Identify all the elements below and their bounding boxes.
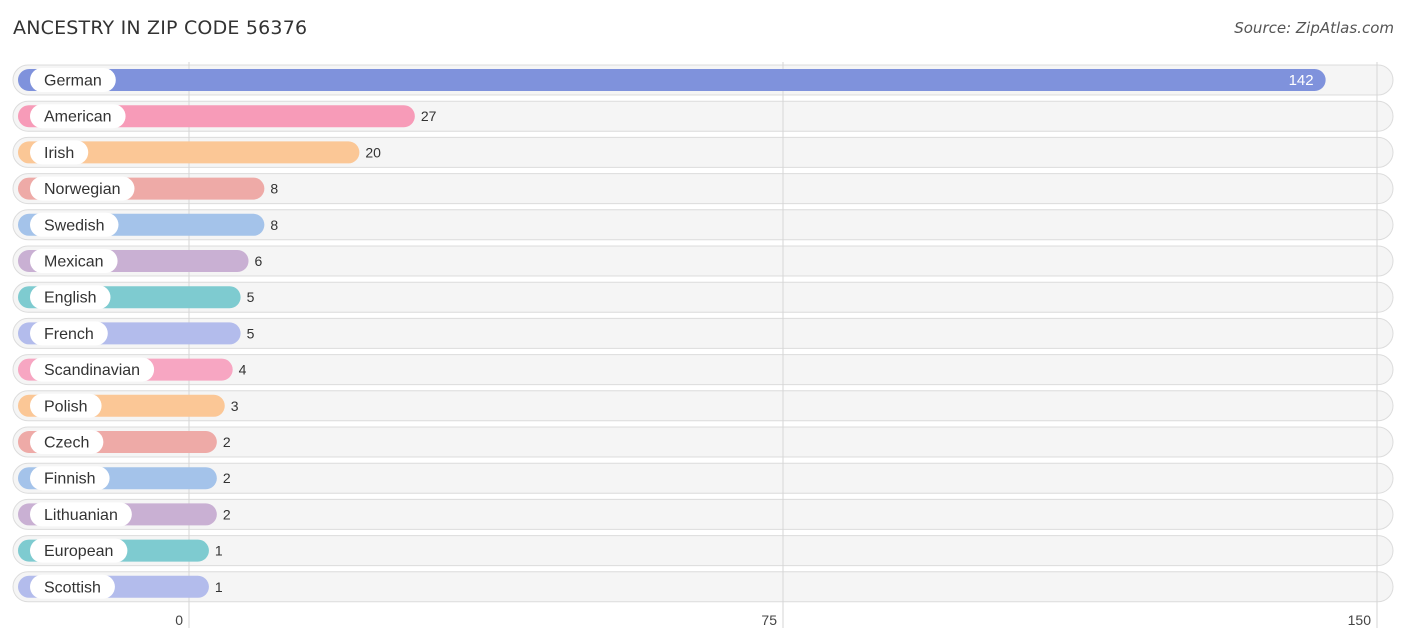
bar-label: Norwegian (44, 181, 120, 198)
bar-label: Finnish (44, 471, 96, 488)
bar-row: Czech 2 (18, 430, 231, 454)
bar-label: Polish (44, 398, 88, 415)
bar-value-label: 1 (215, 543, 223, 559)
bar-row: Finnish 2 (18, 466, 231, 491)
bar-label: French (44, 326, 94, 343)
bar-value-label: 20 (365, 144, 381, 160)
bar-label: Lithuanian (44, 507, 118, 524)
bar-value-label: 1 (215, 579, 223, 595)
x-tick-label: 0 (175, 612, 183, 628)
bar-value-label: 3 (231, 398, 239, 414)
bar-row: Scandinavian 4 (18, 357, 247, 382)
bar-row: French 5 (18, 321, 255, 346)
bar-value-label: 8 (270, 181, 278, 197)
bar-label: European (44, 543, 113, 560)
bar-value-label: 142 (1289, 72, 1314, 89)
bar-value-label: 5 (247, 325, 255, 341)
bar-row: Irish 20 (18, 140, 381, 165)
bar-value-label: 27 (421, 108, 437, 124)
bar-chart: German 142American 27Irish 20Norwegian 8Swed… (12, 62, 1394, 628)
bar[interactable] (18, 69, 1326, 91)
bar-row: European 1 (18, 538, 223, 563)
bar-label: Czech (44, 435, 89, 452)
bar-value-label: 2 (223, 506, 231, 522)
bar-row: American 27 (18, 104, 437, 129)
bar-label: German (44, 73, 102, 90)
bar-row: Mexican 6 (18, 249, 263, 273)
bar-label: Mexican (44, 254, 104, 271)
x-tick-label: 75 (761, 612, 777, 628)
bar-value-label: 4 (239, 362, 247, 378)
bar-row: English 5 (18, 285, 255, 310)
bar-row: Swedish 8 (18, 212, 278, 237)
bar-label: Irish (44, 145, 74, 162)
bar-label: English (44, 290, 96, 307)
bar-row: Polish 3 (18, 393, 239, 418)
bar-label: Scottish (44, 579, 101, 596)
bar-value-label: 8 (270, 217, 278, 233)
bar-row: Norwegian 8 (18, 176, 278, 201)
bar-row: Lithuanian 2 (18, 502, 231, 527)
row-track (12, 462, 1394, 494)
bar-label: Scandinavian (44, 362, 140, 379)
bar-label: Swedish (44, 217, 104, 234)
row-track (12, 498, 1394, 530)
bar-value-label: 2 (223, 470, 231, 486)
bar-value-label: 5 (247, 289, 255, 305)
row-track (12, 426, 1394, 458)
bar-value-label: 6 (255, 253, 263, 269)
x-axis-ticks: 0 75 150 (175, 612, 1371, 628)
bar-label: American (44, 109, 112, 126)
bar-row: Scottish 1 (18, 574, 223, 599)
bar-row: German 142 (18, 68, 1326, 92)
bar-value-label: 2 (223, 434, 231, 450)
x-tick-label: 150 (1348, 612, 1372, 628)
